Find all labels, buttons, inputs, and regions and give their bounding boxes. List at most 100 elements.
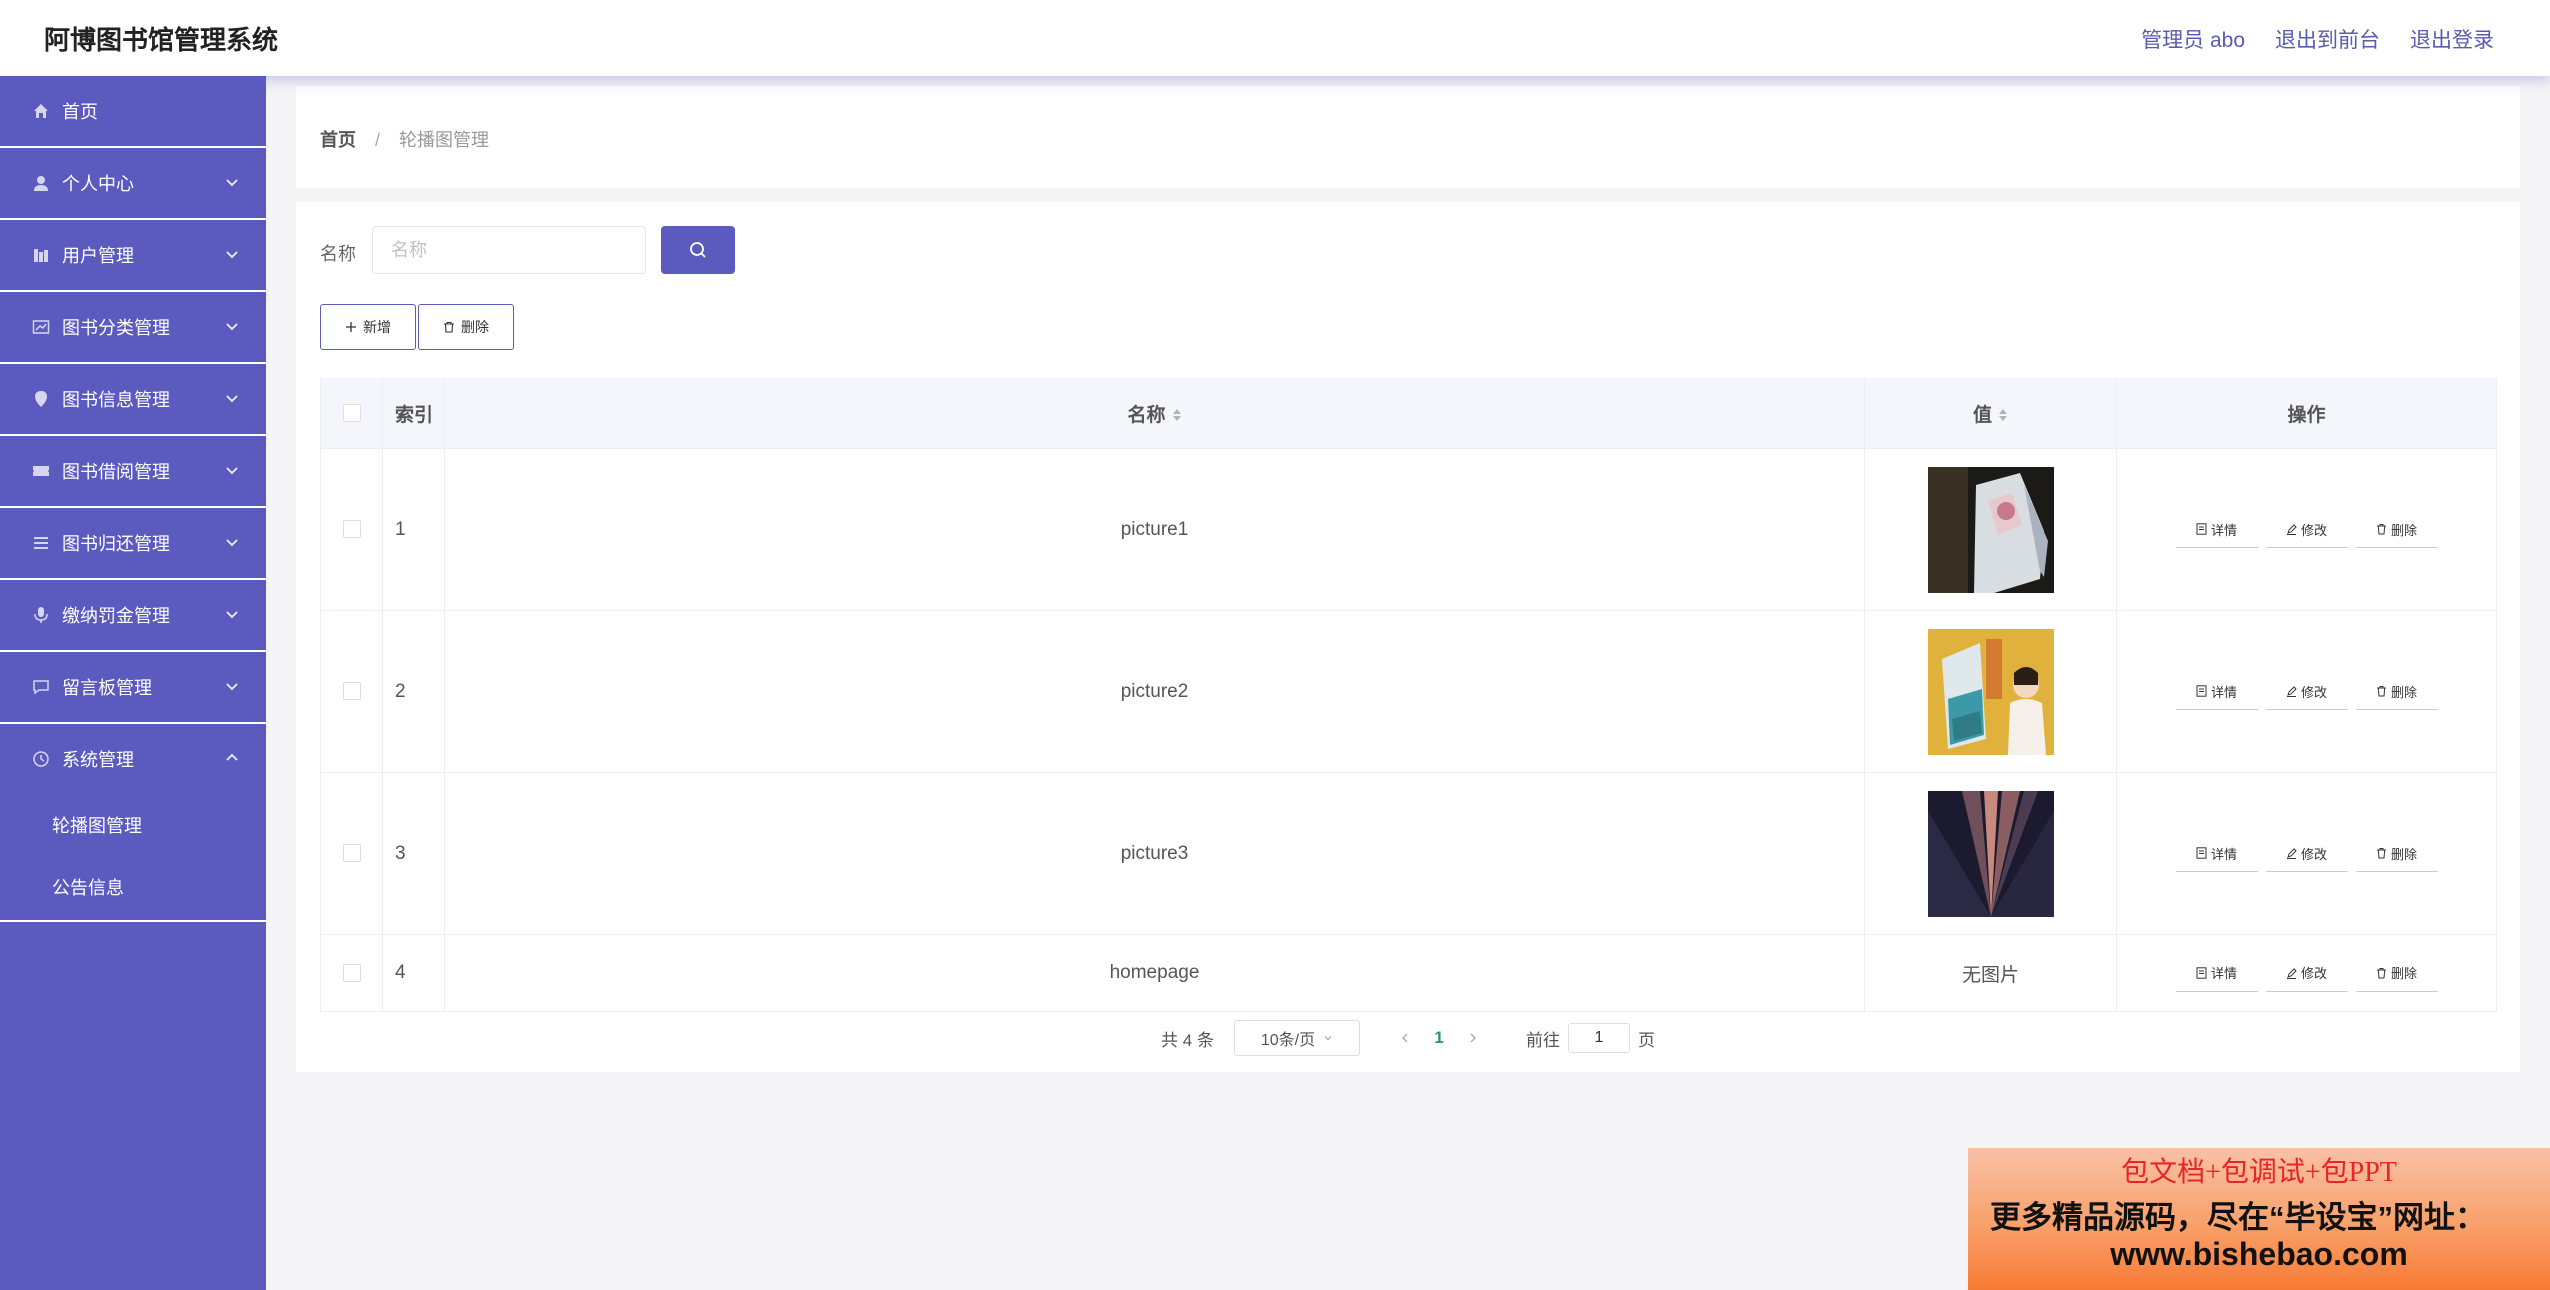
chevron-down-icon bbox=[226, 179, 238, 187]
sidebar-subitem-notice[interactable]: 公告信息 bbox=[0, 856, 266, 918]
sidebar-item-system[interactable]: 系统管理 bbox=[0, 724, 266, 794]
logout-link[interactable]: 退出登录 bbox=[2410, 24, 2494, 54]
edit-icon bbox=[2286, 524, 2297, 535]
row-actions: 详情 修改 删除 bbox=[2116, 448, 2497, 611]
bulk-delete-button[interactable]: 删除 bbox=[418, 304, 514, 350]
list-icon bbox=[30, 532, 52, 554]
sidebar-item-messages[interactable]: 留言板管理 bbox=[0, 652, 266, 724]
search-button[interactable] bbox=[661, 226, 735, 274]
user-icon bbox=[30, 172, 52, 194]
sidebar-item-users[interactable]: 用户管理 bbox=[0, 220, 266, 292]
page-unit-label: 页 bbox=[1637, 1030, 1655, 1050]
picture-thumbnail[interactable] bbox=[1927, 628, 2054, 755]
row-name: picture2 bbox=[444, 610, 1865, 773]
sidebar-item-label: 系统管理 bbox=[62, 750, 134, 770]
users-icon bbox=[30, 244, 52, 266]
breadcrumb: 首页 / 轮播图管理 bbox=[320, 126, 489, 152]
picture-thumbnail[interactable] bbox=[1927, 466, 2054, 593]
row-index: 4 bbox=[382, 934, 445, 1012]
row-select-cell bbox=[320, 448, 383, 611]
page-size-value: 10条/页 bbox=[1260, 1032, 1316, 1049]
delete-button[interactable]: 删除 bbox=[2355, 955, 2438, 992]
picture-thumbnail[interactable] bbox=[1927, 790, 2054, 917]
sidebar-item-home[interactable]: 首页 bbox=[0, 76, 266, 148]
sidebar-item-label: 图书分类管理 bbox=[62, 318, 170, 338]
sidebar-item-book-info[interactable]: 图书信息管理 bbox=[0, 364, 266, 436]
document-icon bbox=[2196, 966, 2207, 979]
prev-page-button[interactable] bbox=[1388, 1032, 1422, 1044]
detail-button[interactable]: 详情 bbox=[2175, 955, 2258, 992]
chart-icon bbox=[30, 316, 52, 338]
delete-button[interactable]: 删除 bbox=[2355, 511, 2438, 548]
sidebar-item-return[interactable]: 图书归还管理 bbox=[0, 508, 266, 580]
sort-icon[interactable] bbox=[1998, 407, 2008, 423]
edit-icon bbox=[2286, 848, 2297, 859]
row-checkbox[interactable] bbox=[342, 844, 361, 863]
sidebar-item-borrow[interactable]: 图书借阅管理 bbox=[0, 436, 266, 508]
detail-button-label: 详情 bbox=[2210, 684, 2237, 700]
row-actions: 详情 修改 删除 bbox=[2116, 934, 2497, 1012]
message-icon bbox=[30, 676, 52, 698]
column-header-index: 索引 bbox=[382, 378, 445, 449]
edit-button[interactable]: 修改 bbox=[2265, 835, 2348, 872]
chevron-down-icon bbox=[226, 539, 238, 547]
goto-page-input[interactable] bbox=[1567, 1023, 1630, 1053]
sidebar-item-profile[interactable]: 个人中心 bbox=[0, 148, 266, 220]
detail-button[interactable]: 详情 bbox=[2175, 673, 2258, 710]
row-actions: 详情 修改 删除 bbox=[2116, 772, 2497, 935]
row-index: 3 bbox=[382, 772, 445, 935]
table-row: 3 picture3 详情 修改 删除 bbox=[320, 772, 2497, 935]
breadcrumb-card: 首页 / 轮播图管理 bbox=[296, 86, 2520, 188]
detail-button-label: 详情 bbox=[2210, 846, 2237, 862]
exit-to-front-link[interactable]: 退出到前台 bbox=[2275, 24, 2380, 54]
chevron-up-icon bbox=[226, 753, 238, 761]
edit-button[interactable]: 修改 bbox=[2265, 511, 2348, 548]
breadcrumb-home[interactable]: 首页 bbox=[320, 130, 356, 150]
page-number-1[interactable]: 1 bbox=[1422, 1028, 1456, 1048]
row-checkbox[interactable] bbox=[342, 682, 361, 701]
row-checkbox[interactable] bbox=[342, 963, 361, 982]
row-select-cell bbox=[320, 934, 383, 1012]
search-input[interactable] bbox=[372, 226, 646, 274]
sidebar-item-book-category[interactable]: 图书分类管理 bbox=[0, 292, 266, 364]
row-select-cell bbox=[320, 772, 383, 935]
row-value bbox=[1864, 772, 2117, 935]
trash-icon bbox=[2376, 848, 2386, 859]
promo-line-3[interactable]: www.bishebao.com bbox=[1968, 1236, 2550, 1273]
document-icon bbox=[2196, 847, 2207, 859]
header-links: 管理员 abo 退出到前台 退出登录 bbox=[2141, 24, 2494, 54]
select-all-cell bbox=[320, 378, 383, 449]
detail-button-label: 详情 bbox=[2210, 966, 2237, 981]
select-all-checkbox[interactable] bbox=[342, 403, 361, 422]
row-action-group: 详情 修改 删除 bbox=[2118, 511, 2495, 548]
sidebar: 首页 个人中心 用户管理 图书分类管理 图书信息管理 图书借阅管理 图书归还管理… bbox=[0, 76, 266, 1290]
sidebar-subitem-carousel[interactable]: 轮播图管理 bbox=[0, 794, 266, 856]
delete-button[interactable]: 删除 bbox=[2355, 673, 2438, 710]
delete-button-label: 删除 bbox=[2390, 522, 2417, 538]
sidebar-item-label: 留言板管理 bbox=[62, 678, 152, 698]
sidebar-item-fine[interactable]: 缴纳罚金管理 bbox=[0, 580, 266, 652]
column-header-value[interactable]: 值 bbox=[1864, 378, 2117, 449]
detail-button[interactable]: 详情 bbox=[2175, 511, 2258, 548]
promo-banner: 包文档+包调试+包PPT 更多精品源码，尽在“毕设宝”网址： www.bishe… bbox=[1968, 1148, 2550, 1290]
table-row: 1 picture1 详情 修改 删除 bbox=[320, 448, 2497, 611]
sidebar-item-label: 首页 bbox=[62, 102, 98, 122]
detail-button-label: 详情 bbox=[2210, 522, 2237, 538]
row-actions: 详情 修改 删除 bbox=[2116, 610, 2497, 773]
column-header-name[interactable]: 名称 bbox=[444, 378, 1865, 449]
sidebar-item-label: 图书归还管理 bbox=[62, 534, 170, 554]
next-page-button[interactable] bbox=[1456, 1032, 1490, 1044]
add-button[interactable]: 新增 bbox=[320, 304, 416, 350]
row-checkbox[interactable] bbox=[342, 520, 361, 539]
page-size-select[interactable]: 10条/页 bbox=[1233, 1020, 1360, 1056]
edit-button-label: 修改 bbox=[2300, 684, 2327, 700]
edit-button[interactable]: 修改 bbox=[2265, 673, 2348, 710]
edit-button[interactable]: 修改 bbox=[2265, 955, 2348, 992]
sort-icon[interactable] bbox=[1172, 407, 1182, 423]
trash-icon bbox=[2376, 524, 2386, 535]
admin-user-link[interactable]: 管理员 abo bbox=[2141, 24, 2245, 54]
detail-button[interactable]: 详情 bbox=[2175, 835, 2258, 872]
row-name: picture1 bbox=[444, 448, 1865, 611]
edit-icon bbox=[2286, 686, 2297, 697]
delete-button[interactable]: 删除 bbox=[2355, 835, 2438, 872]
